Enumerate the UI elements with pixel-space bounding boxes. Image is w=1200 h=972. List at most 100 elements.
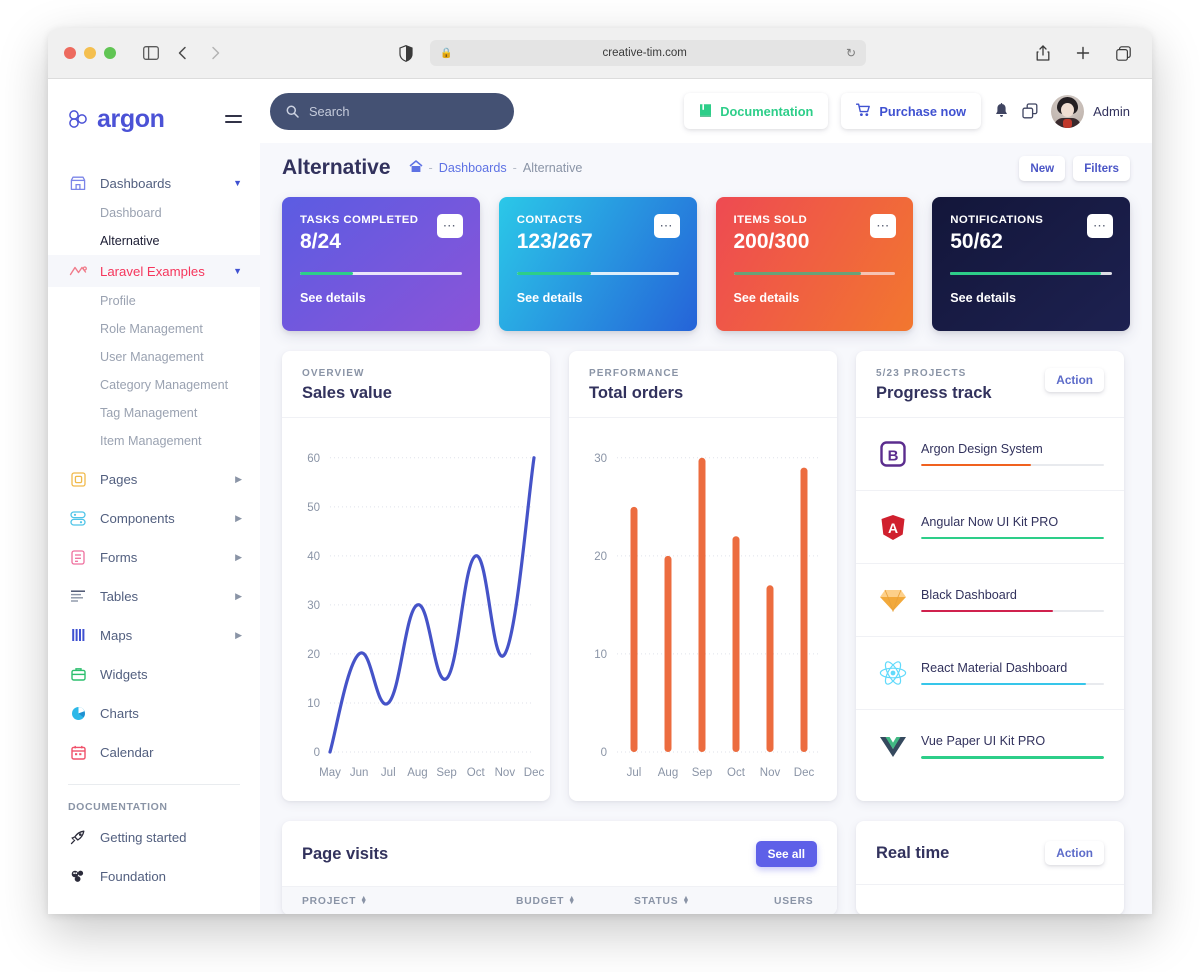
new-button[interactable]: New bbox=[1019, 155, 1066, 181]
documentation-button[interactable]: Documentation bbox=[684, 93, 829, 129]
see-details-link[interactable]: See details bbox=[950, 291, 1112, 305]
column-header-users[interactable]: USERS bbox=[774, 896, 813, 907]
see-details-link[interactable]: See details bbox=[734, 291, 896, 305]
sort-icon: ▲ ▼ bbox=[682, 895, 691, 906]
sidebar-item-widgets[interactable]: Widgets bbox=[48, 658, 260, 690]
sidebar-subitem-tag-management[interactable]: Tag Management bbox=[48, 399, 260, 427]
sidebar-subitem-category-management[interactable]: Category Management bbox=[48, 371, 260, 399]
sidebar-section-documentation: DOCUMENTATION bbox=[68, 801, 168, 813]
search-input[interactable]: Search bbox=[270, 92, 514, 130]
action-button[interactable]: Action bbox=[1045, 368, 1104, 392]
project-name: Black Dashboard bbox=[921, 587, 1017, 602]
sidebar-item-laravel-examples[interactable]: Laravel Examples ▼ bbox=[48, 255, 260, 287]
line-chart-svg: 0 10 20 30 40 50 60 May Jun Jul Aug Sep Oct Nov Dec bbox=[307, 453, 544, 779]
stat-menu-button[interactable]: ⋯ bbox=[1087, 214, 1113, 238]
sidebar-item-calendar[interactable]: Calendar bbox=[48, 736, 260, 768]
action-button[interactable]: Action bbox=[1045, 841, 1104, 865]
list-item[interactable]: React Material Dashboard bbox=[856, 637, 1124, 710]
lock-icon: 🔒 bbox=[440, 47, 453, 59]
atoms-icon bbox=[68, 869, 88, 883]
minimize-window-button[interactable] bbox=[84, 47, 96, 59]
sidebar-item-label: Laravel Examples bbox=[100, 263, 205, 279]
column-header-budget[interactable]: BUDGET ▲ ▼ bbox=[516, 895, 634, 907]
purchase-now-button[interactable]: Purchase now bbox=[841, 93, 982, 129]
card-eyebrow: OVERVIEW bbox=[302, 368, 365, 379]
line-chart[interactable]: 0 10 20 30 40 50 60 May Jun Jul Aug Sep Oct Nov Dec bbox=[282, 418, 550, 801]
copy-icon[interactable] bbox=[1022, 103, 1038, 119]
sidebar-nav: Dashboards ▼ Dashboard Alternative Larav… bbox=[48, 167, 260, 892]
sidebar: argon Dashboards ▼ Dashboard Alternative bbox=[48, 79, 260, 914]
sidebar-item-components[interactable]: Components ▶ bbox=[48, 502, 260, 534]
card-title: Page visits bbox=[302, 844, 389, 863]
card-eyebrow: PERFORMANCE bbox=[589, 368, 680, 379]
stat-menu-button[interactable]: ⋯ bbox=[653, 214, 680, 238]
close-window-button[interactable] bbox=[64, 47, 76, 59]
sidebar-item-getting-started[interactable]: Getting started bbox=[48, 821, 260, 853]
sidebar-toggle-icon[interactable] bbox=[138, 40, 164, 66]
filters-button[interactable]: Filters bbox=[1073, 155, 1130, 181]
see-all-button[interactable]: See all bbox=[755, 841, 817, 867]
home-icon[interactable] bbox=[409, 160, 423, 176]
user-menu[interactable]: Admin bbox=[1051, 94, 1130, 128]
breadcrumb-parent[interactable]: Dashboards bbox=[439, 161, 507, 175]
stat-progress-track bbox=[300, 272, 462, 275]
sidebar-item-label: Getting started bbox=[100, 829, 187, 845]
see-details-link[interactable]: See details bbox=[517, 291, 679, 305]
list-item[interactable]: Black Dashboard bbox=[856, 564, 1124, 637]
sidebar-item-tables[interactable]: Tables ▶ bbox=[48, 580, 260, 612]
project-progress-track bbox=[921, 682, 1104, 686]
bar-chart-svg: 0 10 20 30 Jul Aug Sep Oct Nov Dec bbox=[594, 453, 821, 779]
back-button[interactable] bbox=[170, 40, 196, 66]
sidebar-subitem-item-management[interactable]: Item Management bbox=[48, 427, 260, 455]
list-item[interactable]: B Argon Design System bbox=[856, 418, 1124, 491]
projects-list: B Argon Design System A Angular Now UI K… bbox=[856, 418, 1124, 783]
svg-text:40: 40 bbox=[307, 551, 320, 563]
stat-menu-button[interactable]: ⋯ bbox=[436, 214, 463, 238]
chevron-right-icon: ▶ bbox=[235, 590, 242, 601]
top-navbar: Search Documentation Purchase now Admin bbox=[260, 79, 1152, 143]
user-name: Admin bbox=[1093, 103, 1130, 119]
forward-button[interactable] bbox=[202, 40, 228, 66]
sidebar-item-foundation[interactable]: Foundation bbox=[48, 860, 260, 892]
reload-icon[interactable]: ↻ bbox=[846, 46, 856, 60]
sidebar-subitem-role-management[interactable]: Role Management bbox=[48, 315, 260, 343]
sidebar-item-pages[interactable]: Pages ▶ bbox=[48, 463, 260, 495]
list-item[interactable]: A Angular Now UI Kit PRO bbox=[856, 491, 1124, 564]
breadcrumb-separator: - bbox=[428, 161, 433, 175]
sidebar-item-label: Components bbox=[100, 510, 175, 526]
hamburger-menu-icon[interactable] bbox=[225, 115, 242, 123]
stat-progress-track bbox=[733, 272, 896, 275]
application-root: argon Dashboards ▼ Dashboard Alternative bbox=[48, 79, 1152, 914]
share-icon[interactable] bbox=[1030, 40, 1056, 66]
svg-text:A: A bbox=[888, 520, 898, 536]
bar bbox=[766, 585, 774, 752]
brand-logo[interactable]: argon bbox=[68, 105, 165, 134]
privacy-shield-icon[interactable] bbox=[393, 40, 419, 66]
list-item[interactable]: Vue Paper UI Kit PRO bbox=[856, 710, 1124, 783]
bar-chart[interactable]: 0 10 20 30 Jul Aug Sep Oct Nov Dec bbox=[569, 418, 837, 801]
stat-menu-button[interactable]: ⋯ bbox=[870, 214, 897, 238]
see-details-link[interactable]: See details bbox=[300, 291, 462, 305]
sidebar-item-maps[interactable]: Maps ▶ bbox=[48, 619, 260, 651]
maximize-window-button[interactable] bbox=[104, 47, 116, 59]
page-header-actions: New Filters bbox=[1019, 155, 1130, 181]
sidebar-subitem-dashboard[interactable]: Dashboard bbox=[48, 199, 260, 227]
address-bar[interactable]: 🔒 creative-tim.com ↻ bbox=[430, 40, 866, 66]
sidebar-item-charts[interactable]: Charts bbox=[48, 697, 260, 729]
topnav-actions: Documentation Purchase now Admin bbox=[684, 93, 1130, 129]
avatar bbox=[1051, 94, 1085, 128]
tab-overview-icon[interactable] bbox=[1110, 40, 1136, 66]
window-traffic-lights bbox=[64, 47, 116, 59]
sidebar-item-dashboards[interactable]: Dashboards ▼ bbox=[48, 167, 260, 199]
sidebar-item-forms[interactable]: Forms ▶ bbox=[48, 541, 260, 573]
sidebar-subitem-user-management[interactable]: User Management bbox=[48, 343, 260, 371]
card-title: Sales value bbox=[302, 384, 392, 402]
svg-text:B: B bbox=[888, 448, 899, 465]
sidebar-subitem-profile[interactable]: Profile bbox=[48, 287, 260, 315]
sidebar-subitem-alternative[interactable]: Alternative bbox=[48, 227, 260, 255]
column-header-status[interactable]: STATUS ▲ ▼ bbox=[634, 895, 774, 907]
bell-icon[interactable] bbox=[994, 103, 1009, 119]
column-header-project[interactable]: PROJECT ▲ ▼ bbox=[302, 895, 516, 907]
new-tab-icon[interactable] bbox=[1070, 40, 1096, 66]
sidebar-item-label: Charts bbox=[100, 705, 139, 721]
